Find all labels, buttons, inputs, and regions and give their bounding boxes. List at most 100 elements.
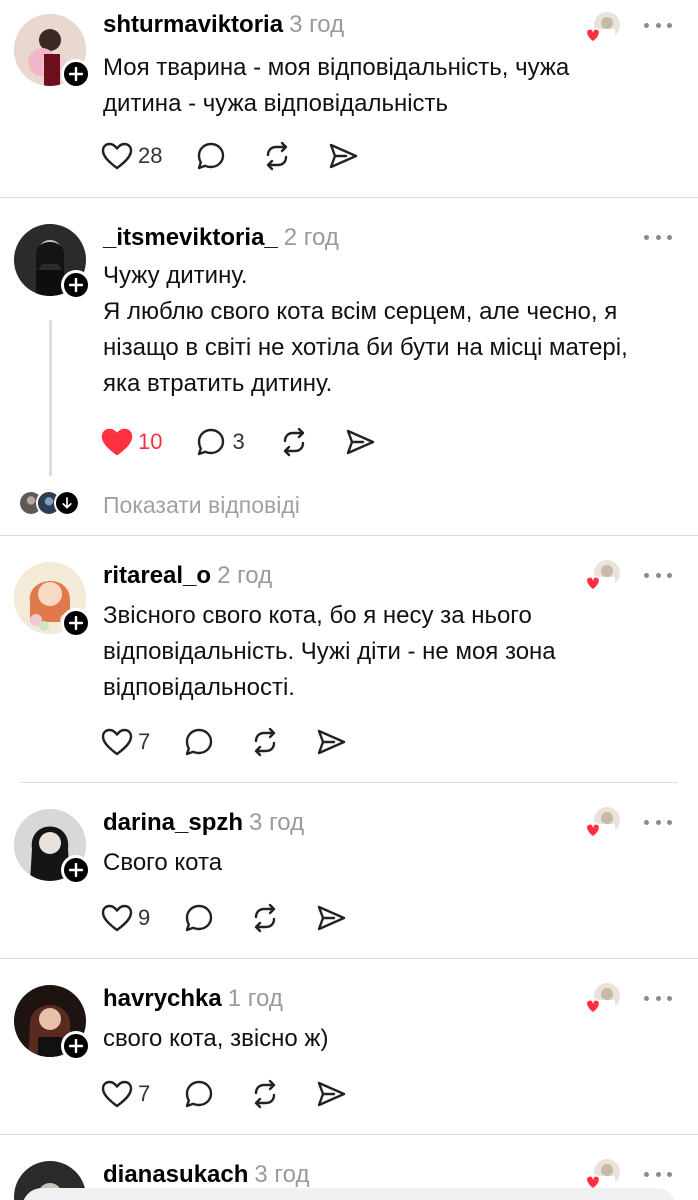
reply-button[interactable] [182,1076,216,1112]
post-text-line: Чужу дитину. [103,262,248,289]
share-button[interactable] [314,1076,348,1112]
share-icon [346,429,374,455]
like-button[interactable]: 7 [100,724,150,760]
post-header: dianasukach 3 год [103,1161,309,1189]
liked-by-author-icon [585,12,620,43]
share-button[interactable] [326,138,360,174]
repost-icon [255,727,276,757]
post-age: 3 год [254,1161,310,1188]
like-button[interactable]: 9 [100,900,150,936]
post-actions: 7 [100,724,380,760]
post-text: Звісного свого кота, бо я несу за нього … [103,598,683,706]
post-text-line: Моя тварина - моя відповідальність, чужа [103,54,570,81]
heart-icon [101,428,133,456]
post-text: Свого кота [103,845,683,881]
share-button[interactable] [314,724,348,760]
share-icon [330,143,358,169]
follow-plus-icon [69,616,83,630]
follow-button[interactable] [61,855,91,885]
heart-icon [101,1080,133,1108]
comment-icon [186,1080,213,1108]
like-count: 10 [138,429,163,454]
share-button[interactable] [343,424,377,460]
post-text-line: Я люблю свого кота всім серцем, але чесн… [103,298,618,325]
post-header: _itsmeviktoria_ 2 год [103,224,339,252]
follow-plus-icon [69,1039,83,1053]
comment-icon [186,904,213,932]
post-text-line: Свого кота [103,849,223,876]
reply-composer-bar[interactable] [22,1188,676,1200]
like-count: 28 [138,143,163,168]
username[interactable]: shturmaviktoria [103,11,283,38]
show-replies-label[interactable]: Показати відповіді [103,492,300,519]
post-header: ritareal_o 2 год [103,562,272,590]
follow-button[interactable] [61,1031,91,1061]
repost-button[interactable] [260,138,294,174]
post-age: 1 год [227,985,283,1012]
follow-button[interactable] [61,608,91,638]
post-age: 2 год [217,562,273,589]
more-icon[interactable] [644,1169,672,1179]
reply-button[interactable] [182,900,216,936]
repost-button[interactable] [248,1076,282,1112]
show-replies-row[interactable]: Показати відповіді [0,486,698,526]
post-text-line: Звісного свого кота, бо я несу за нього [103,602,532,629]
thread-post: darina_spzh 3 год Свого кота 9 [0,783,698,958]
share-icon [318,729,346,755]
follow-plus-icon [69,863,83,877]
post-age: 2 год [283,224,339,251]
post-actions: 10 3 [100,424,409,460]
like-button[interactable]: 28 [100,138,162,174]
post-text-line: відповідальність. Чужі діти - не моя зон… [103,638,556,665]
more-icon[interactable] [644,993,672,1003]
repost-button[interactable] [277,424,311,460]
like-count: 7 [138,1081,151,1106]
post-age: 3 год [249,809,305,836]
thread-post: ritareal_o 2 год Звісного свого кота, бо … [0,536,698,782]
liked-by-author-icon [585,983,620,1014]
username[interactable]: havrychka [103,985,222,1012]
follow-button[interactable] [61,270,91,300]
liked-by-author-icon [585,807,620,838]
username[interactable]: _itsmeviktoria_ [103,224,278,251]
liked-by-author-icon [585,560,620,591]
share-button[interactable] [314,900,348,936]
comment-icon [198,142,225,170]
comment-icon [186,728,213,756]
follow-plus-icon [69,278,83,292]
reply-button[interactable] [194,138,228,174]
more-icon[interactable] [644,20,672,30]
post-text-line: яка втратить дитину. [103,370,333,397]
repost-icon [255,903,276,933]
reply-button[interactable] [182,724,216,760]
username[interactable]: dianasukach [103,1161,248,1188]
liked-by-author-icon [585,1159,620,1190]
post-header: darina_spzh 3 год [103,809,304,837]
more-icon[interactable] [644,817,672,827]
post-actions: 28 [100,138,392,174]
post-actions: 7 [100,1076,380,1112]
post-text-line: дитина - чужа відповідальність [103,90,449,117]
like-button[interactable]: 10 [100,424,162,460]
username[interactable]: ritareal_o [103,562,211,589]
follow-plus-icon [69,67,83,81]
repost-button[interactable] [248,900,282,936]
post-actions: 9 [100,900,380,936]
post-age: 3 год [289,11,345,38]
more-icon[interactable] [644,232,672,242]
arrow-down-icon [54,490,80,516]
username[interactable]: darina_spzh [103,809,243,836]
like-count: 9 [138,905,151,930]
post-text-line: свого кота, звісно ж) [103,1025,329,1052]
post-header: havrychka 1 год [103,985,283,1013]
like-button[interactable]: 7 [100,1076,150,1112]
follow-button[interactable] [61,59,91,89]
more-icon[interactable] [644,570,672,580]
thread-post: shturmaviktoria 3 год Моя тварина - моя в… [0,0,698,197]
share-icon [318,1081,346,1107]
repost-button[interactable] [248,724,282,760]
thread-post: _itsmeviktoria_ 2 год Чужу дитину. Я любл… [0,198,698,535]
reply-button[interactable]: 3 [194,424,245,460]
heart-icon [101,904,133,932]
post-text: Моя тварина - моя відповідальність, чужа… [103,50,683,122]
